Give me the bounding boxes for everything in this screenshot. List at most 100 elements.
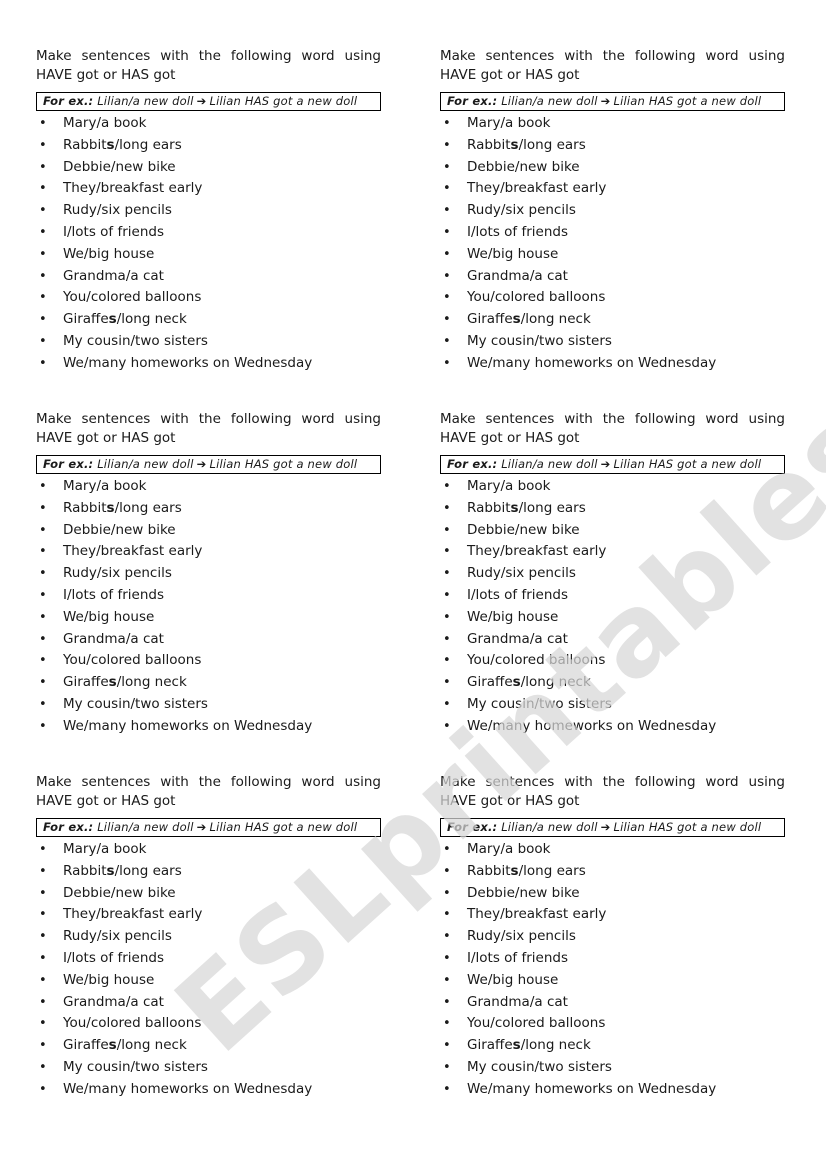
bullet-icon: • — [39, 290, 47, 306]
bullet-icon: • — [443, 885, 451, 901]
item-text: Grandma/a cat — [467, 267, 568, 284]
item-text-rest: /long ears — [518, 862, 586, 879]
list-item: • We/many homeworks on Wednesday — [440, 1079, 785, 1101]
list-item: • Grandma/a cat — [440, 992, 785, 1014]
bullet-icon: • — [39, 268, 47, 284]
example-label: For ex.: — [43, 820, 94, 834]
list-item: • Rudy/six pencils — [440, 926, 785, 948]
item-text: We/big house — [467, 608, 559, 625]
bullet-icon: • — [443, 718, 451, 734]
instructions: Make sentences with the following word u… — [36, 47, 381, 85]
item-text: They/breakfast early — [467, 906, 607, 923]
bullet-icon: • — [443, 1016, 451, 1032]
item-emphasis: s — [510, 862, 519, 879]
bullet-icon: • — [39, 181, 47, 197]
list-item: • Rabbits/long ears — [440, 861, 785, 883]
list-item: • Rabbits/long ears — [440, 498, 785, 520]
list-item: • I/lots of friends — [36, 948, 381, 970]
bullet-icon: • — [443, 1081, 451, 1097]
item-text: You/colored balloons — [63, 1015, 202, 1032]
right-arrow-icon: ➔ — [196, 820, 207, 834]
bullet-icon: • — [39, 929, 47, 945]
list-item: • They/breakfast early — [440, 904, 785, 926]
list-item: • They/breakfast early — [36, 178, 381, 200]
exercise-card: Make sentences with the following word u… — [36, 773, 381, 1101]
example-box: For ex.: Lilian/a new doll ➔ Lilian HAS go… — [440, 92, 785, 111]
item-text: Giraffe — [63, 1037, 109, 1054]
instruction-line-1: Make sentences with the following word u… — [440, 774, 785, 790]
list-item: • Giraffes/long neck — [440, 1035, 785, 1057]
list-item: • Mary/a book — [36, 476, 381, 498]
bullet-icon: • — [443, 653, 451, 669]
bullet-icon: • — [39, 1038, 47, 1054]
item-text: We/many homeworks on Wednesday — [467, 717, 717, 734]
bullet-icon: • — [39, 587, 47, 603]
item-text: Rabbit — [467, 136, 511, 153]
bullet-icon: • — [443, 907, 451, 923]
bullet-icon: • — [39, 116, 47, 131]
example-prompt: Lilian/a new doll — [501, 820, 598, 834]
bullet-icon: • — [39, 246, 47, 262]
list-item: • I/lots of friends — [440, 585, 785, 607]
bullet-icon: • — [443, 929, 451, 945]
example-box: For ex.: Lilian/a new doll ➔ Lilian HAS go… — [440, 455, 785, 474]
right-arrow-icon: ➔ — [600, 820, 611, 834]
item-text: I/lots of friends — [63, 586, 164, 603]
list-item: • Giraffes/long neck — [440, 672, 785, 694]
item-text-rest: /long ears — [114, 862, 182, 879]
bullet-icon: • — [39, 355, 47, 371]
instruction-line-2: HAVE got or HAS got — [36, 430, 176, 446]
item-text: I/lots of friends — [467, 586, 568, 603]
list-item: • We/big house — [440, 244, 785, 266]
example-prompt: Lilian/a new doll — [97, 820, 194, 834]
list-item: • Mary/a book — [440, 113, 785, 135]
item-text: Rudy/six pencils — [467, 202, 576, 219]
list-item: • We/big house — [36, 970, 381, 992]
item-text: Grandma/a cat — [63, 267, 164, 284]
item-text: Giraffe — [63, 674, 109, 691]
example-prompt: Lilian/a new doll — [501, 94, 598, 108]
instruction-line-2: HAVE got or HAS got — [440, 430, 580, 446]
item-text: You/colored balloons — [467, 289, 606, 306]
item-emphasis: s — [106, 862, 115, 879]
list-item: • Grandma/a cat — [36, 992, 381, 1014]
example-prompt: Lilian/a new doll — [501, 457, 598, 471]
item-text: Mary/a book — [63, 841, 147, 857]
right-arrow-icon: ➔ — [196, 457, 207, 471]
bullet-icon: • — [443, 696, 451, 712]
list-item: • We/many homeworks on Wednesday — [36, 1079, 381, 1101]
instructions: Make sentences with the following word u… — [440, 47, 785, 85]
item-text: Rudy/six pencils — [63, 202, 172, 219]
list-item: • Debbie/new bike — [440, 157, 785, 179]
item-text: Debbie/new bike — [63, 158, 176, 175]
bullet-icon: • — [443, 950, 451, 966]
item-emphasis: s — [512, 674, 521, 691]
list-item: • Giraffes/long neck — [440, 309, 785, 331]
bullet-icon: • — [39, 609, 47, 625]
list-item: • I/lots of friends — [36, 585, 381, 607]
item-text: Mary/a book — [63, 115, 147, 131]
instruction-line-2: HAVE got or HAS got — [440, 793, 580, 809]
list-item: • My cousin/two sisters — [440, 331, 785, 353]
item-text: Debbie/new bike — [467, 521, 580, 538]
item-text: My cousin/two sisters — [467, 695, 612, 712]
bullet-icon: • — [443, 1038, 451, 1054]
instruction-line-1: Make sentences with the following word u… — [36, 411, 381, 427]
item-emphasis: s — [108, 1037, 117, 1054]
instructions: Make sentences with the following word u… — [36, 773, 381, 811]
item-text: Grandma/a cat — [467, 630, 568, 647]
list-item: • Rudy/six pencils — [440, 200, 785, 222]
item-text: Grandma/a cat — [63, 630, 164, 647]
item-text: Giraffe — [63, 311, 109, 328]
instructions: Make sentences with the following word u… — [36, 410, 381, 448]
bullet-icon: • — [39, 994, 47, 1010]
list-item: • Rudy/six pencils — [36, 200, 381, 222]
item-emphasis: s — [106, 136, 115, 153]
list-item: • We/many homeworks on Wednesday — [440, 716, 785, 738]
item-text: Grandma/a cat — [63, 993, 164, 1010]
item-text: Giraffe — [467, 674, 513, 691]
list-item: • We/many homeworks on Wednesday — [36, 716, 381, 738]
bullet-icon: • — [39, 159, 47, 175]
item-text: Mary/a book — [467, 478, 551, 494]
list-item: • Mary/a book — [36, 839, 381, 861]
